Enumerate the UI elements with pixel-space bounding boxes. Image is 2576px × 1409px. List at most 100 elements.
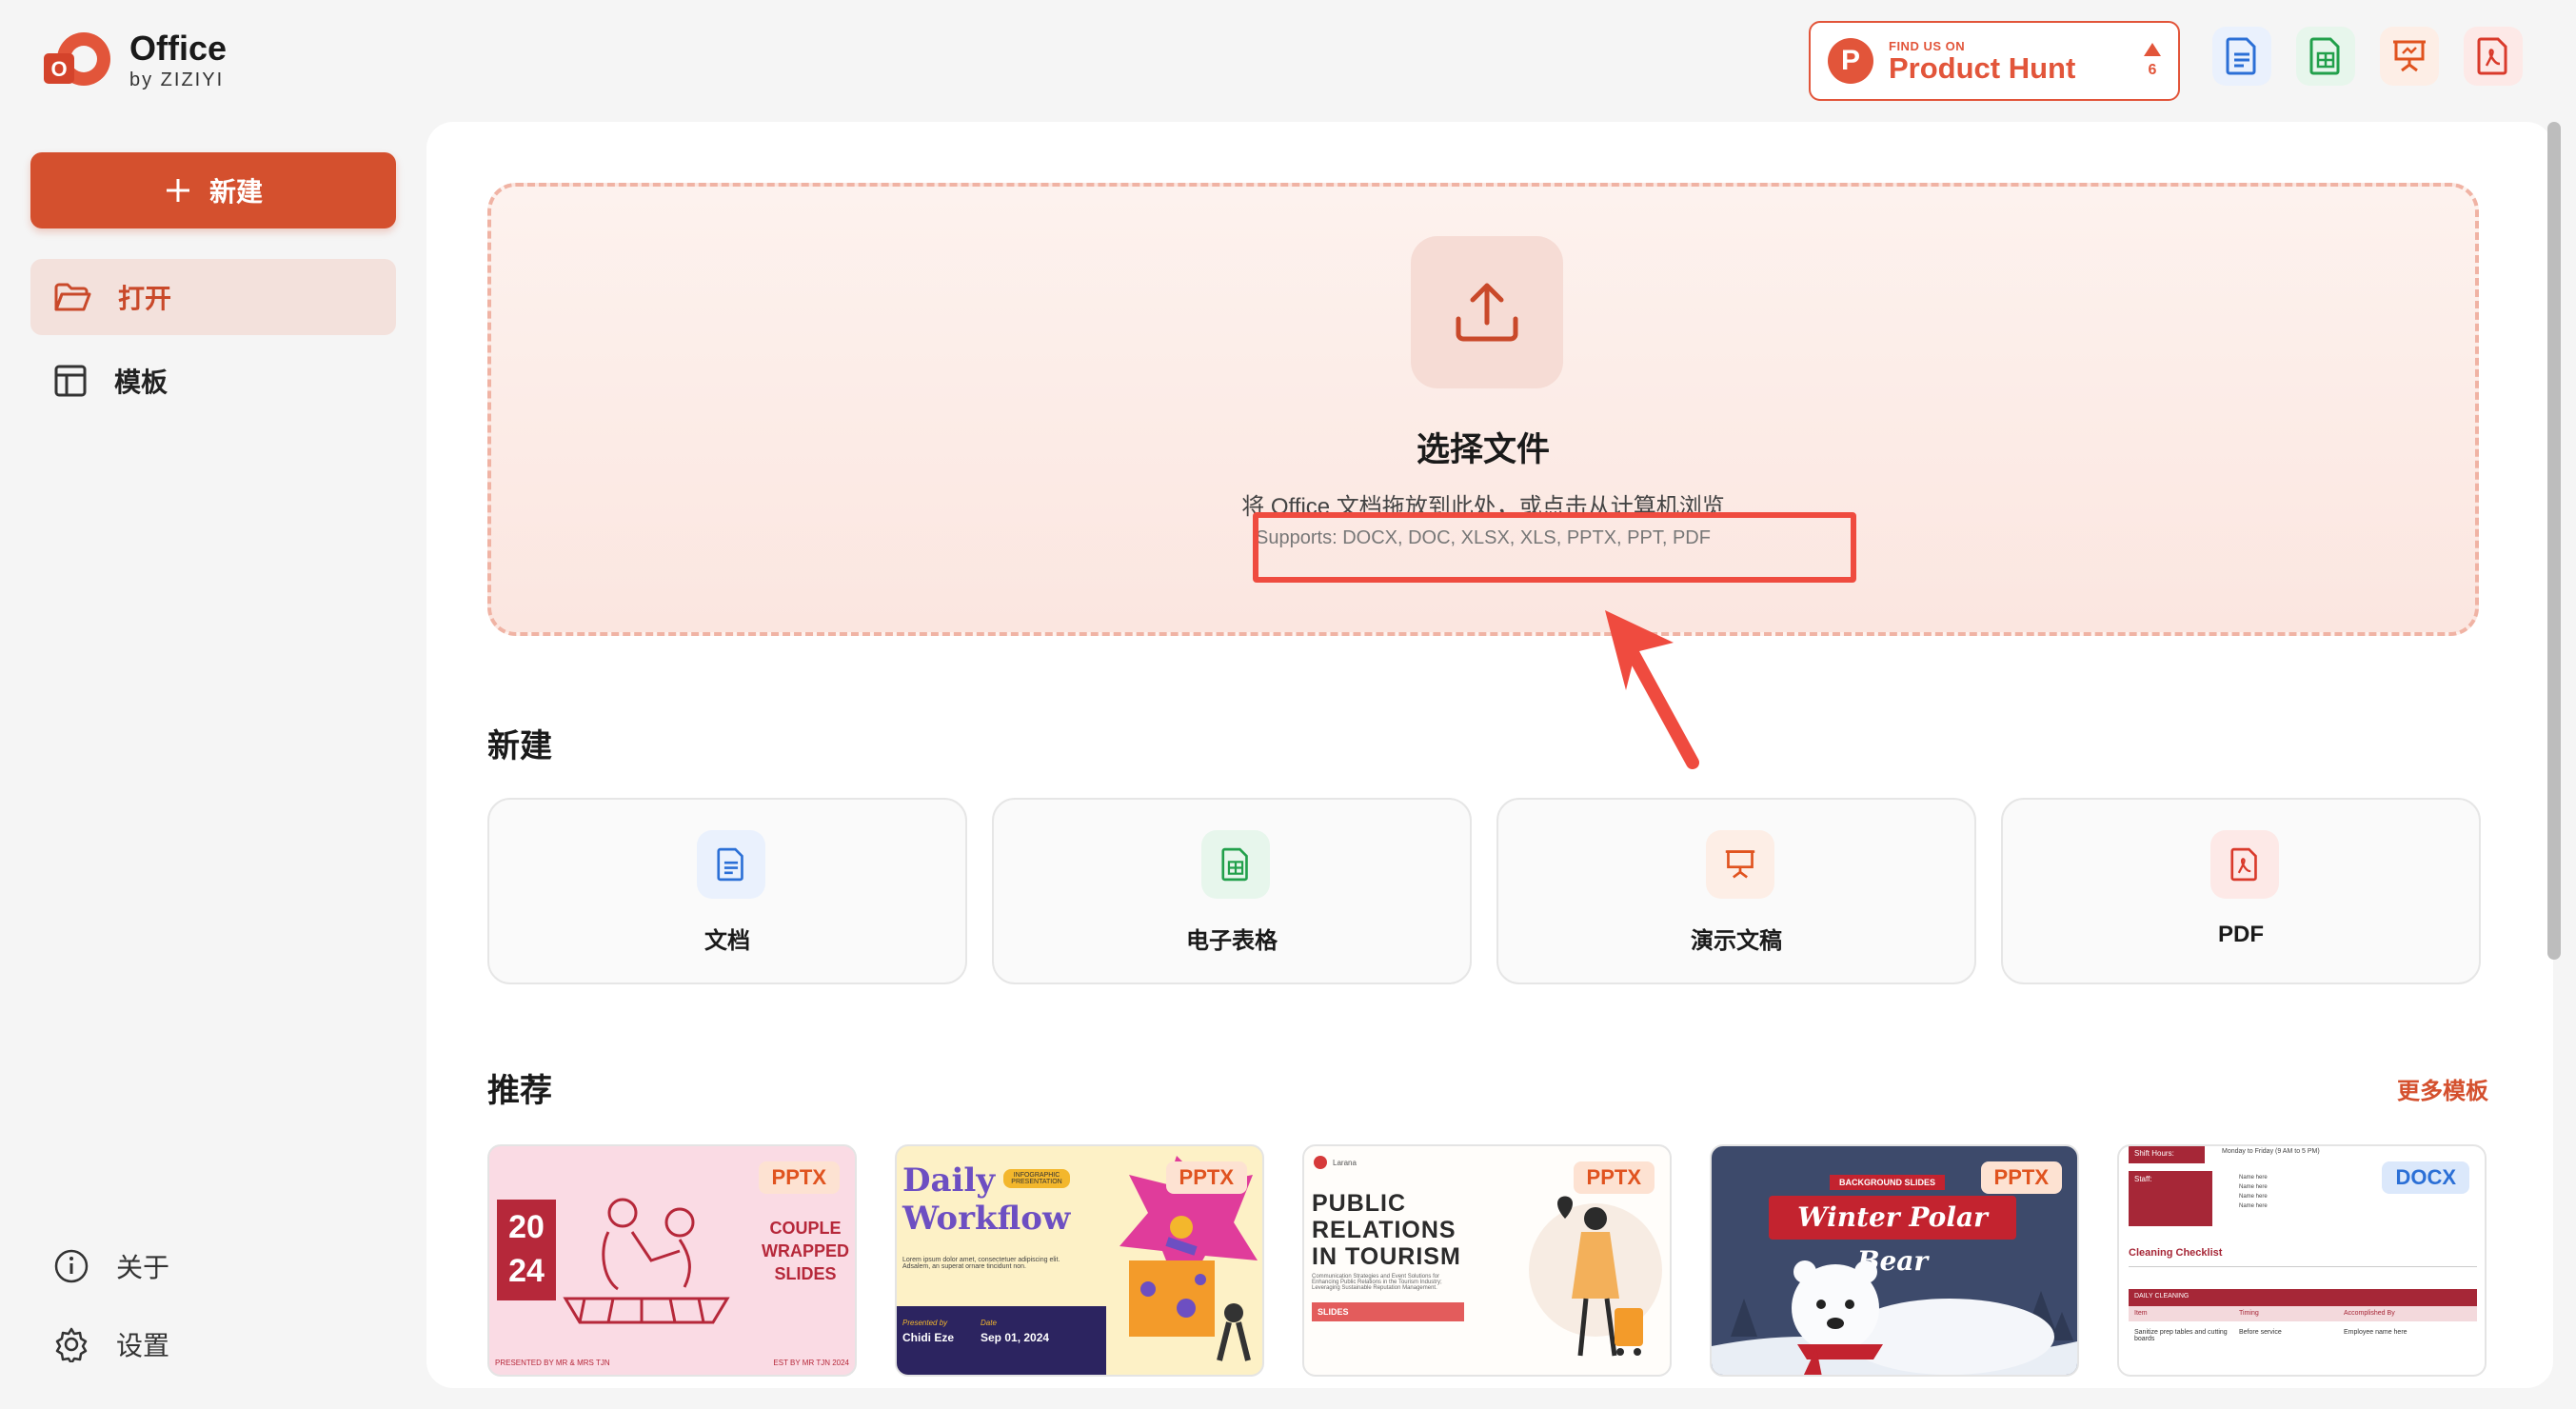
table-cell: Sanitize prep tables and cutting boards	[2134, 1329, 2228, 1342]
pdf-icon[interactable]	[2464, 27, 2523, 86]
new-button[interactable]: 新建	[30, 152, 396, 228]
annotation-arrow-icon	[1605, 610, 1699, 769]
sidebar-item-settings[interactable]: 设置	[53, 1325, 169, 1363]
table-row: Sanitize prep tables and cutting boards …	[2129, 1329, 2477, 1342]
product-hunt-votes: 6	[2144, 43, 2161, 79]
template-gallery: 20 24 COUPLE WRAPPED SLIDES PRESENTED BY…	[487, 1144, 2487, 1377]
column-header: Item	[2134, 1310, 2148, 1317]
card-label: PDF	[2218, 922, 2264, 947]
template-footer-right: EST BY MR TJN 2024	[773, 1359, 849, 1367]
file-type-badge: PPTX	[1165, 1161, 1247, 1194]
quick-create-toolbar	[2212, 27, 2523, 86]
brand-logo-icon	[1314, 1156, 1327, 1169]
sidebar-item-about[interactable]: 关于	[53, 1247, 169, 1285]
couple-illustration-icon	[563, 1198, 730, 1324]
template-year-bottom: 24	[508, 1253, 545, 1289]
template-icon	[54, 365, 87, 397]
table-cell: Employee name here	[2344, 1329, 2408, 1336]
new-spreadsheet-card[interactable]: 电子表格	[992, 798, 1472, 984]
staff-line: Name here	[2239, 1175, 2268, 1181]
app-subtitle: by ZIZIYI	[129, 69, 225, 90]
main-panel: 选择文件 将 Office 文档拖放到此处，或点击从计算机浏览 Supports…	[426, 122, 2553, 1388]
recommend-section-title: 推荐	[487, 1073, 552, 1109]
upload-icon	[1456, 283, 1518, 342]
template-title-line2: Workflow	[902, 1200, 1071, 1238]
app-title: Office	[129, 28, 228, 68]
sidebar-item-open[interactable]: 打开	[30, 259, 396, 335]
presentation-icon	[1706, 830, 1774, 899]
checklist-heading: Cleaning Checklist	[2129, 1247, 2223, 1259]
new-pdf-card[interactable]: PDF	[2001, 798, 2481, 984]
brand-name: Larana	[1333, 1158, 1357, 1167]
new-document-cards: 文档 电子表格 演示文稿 PDF	[487, 798, 2481, 984]
document-icon	[697, 830, 765, 899]
template-title: COUPLE WRAPPED SLIDES	[761, 1219, 849, 1283]
template-title: PUBLIC RELATIONS IN TOURISM	[1312, 1190, 1461, 1270]
new-presentation-card[interactable]: 演示文稿	[1496, 798, 1976, 984]
upvote-icon	[2144, 43, 2161, 56]
shift-label: Shift Hours:	[2129, 1146, 2205, 1163]
template-footer-left: PRESENTED BY MR & MRS TJN	[495, 1359, 610, 1367]
upload-button[interactable]	[1411, 236, 1563, 388]
presentation-date: Sep 01, 2024	[981, 1331, 1050, 1344]
gear-icon	[55, 1327, 88, 1362]
sidebar-item-label: 模板	[114, 367, 168, 397]
file-type-badge: DOCX	[2382, 1161, 2469, 1194]
template-badge: INFOGRAPHIC PRESENTATION	[1003, 1169, 1070, 1188]
template-year-top: 20	[508, 1209, 545, 1245]
template-cta: SLIDES	[1312, 1302, 1464, 1321]
file-type-badge: PPTX	[758, 1161, 840, 1194]
template-card[interactable]: BACKGROUND SLIDES Winter Polar Bear PPTX	[1710, 1144, 2079, 1377]
office-logo-icon: O	[42, 27, 114, 93]
traveler-illustration-icon	[1529, 1196, 1662, 1357]
table-cell: Before service	[2239, 1329, 2282, 1336]
staff-line: Name here	[2239, 1194, 2268, 1200]
more-templates-link[interactable]: 更多模板	[2397, 1072, 2488, 1105]
template-badge: BACKGROUND SLIDES	[1830, 1175, 1946, 1190]
product-hunt-name: Product Hunt	[1889, 50, 2076, 85]
date-label: Date	[981, 1319, 997, 1327]
checklist-section: DAILY CLEANING	[2129, 1289, 2477, 1306]
template-card[interactable]: 20 24 COUPLE WRAPPED SLIDES PRESENTED BY…	[487, 1144, 857, 1377]
spreadsheet-icon[interactable]	[2296, 27, 2355, 86]
info-icon	[54, 1249, 89, 1283]
sidebar-item-label: 关于	[116, 1253, 170, 1282]
product-hunt-badge[interactable]: P FIND US ON Product Hunt 6	[1809, 21, 2180, 101]
app-logo: O Office by ZIZIYI	[42, 27, 227, 93]
staff-label: Staff:	[2129, 1171, 2212, 1226]
template-body: Lorem ipsum dolor amet, consectetuer adi…	[902, 1257, 1060, 1270]
scrollbar[interactable]	[2547, 122, 2561, 960]
pdf-icon	[2210, 830, 2279, 899]
card-label: 电子表格	[1186, 928, 1278, 954]
product-hunt-icon: P	[1828, 38, 1873, 84]
template-card[interactable]: Daily Workflow INFOGRAPHIC PRESENTATION …	[895, 1144, 1264, 1377]
presentation-icon[interactable]	[2380, 27, 2439, 86]
sidebar-item-label: 设置	[116, 1331, 170, 1360]
file-type-badge: PPTX	[1573, 1161, 1655, 1194]
column-header: Timing	[2239, 1310, 2259, 1317]
staff-line: Name here	[2239, 1203, 2268, 1209]
staff-line: Name here	[2239, 1184, 2268, 1190]
card-label: 演示文稿	[1691, 928, 1782, 954]
template-card[interactable]: Shift Hours: Monday to Friday (9 AM to 5…	[2117, 1144, 2487, 1377]
sidebar-item-templates[interactable]: 模板	[30, 343, 396, 419]
svg-text:O: O	[50, 57, 67, 81]
presenter-label: Presented by	[902, 1319, 948, 1327]
dropzone-title: 选择文件	[1416, 431, 1550, 468]
plus-icon	[166, 179, 189, 202]
file-type-badge: PPTX	[1980, 1161, 2062, 1194]
template-title: Winter Polar Bear	[1769, 1196, 2016, 1277]
sidebar-item-label: 打开	[118, 284, 172, 313]
document-icon[interactable]	[2212, 27, 2271, 86]
template-card[interactable]: Larana PUBLIC RELATIONS IN TOURISM Commu…	[1302, 1144, 1672, 1377]
file-dropzone[interactable]: 选择文件 将 Office 文档拖放到此处，或点击从计算机浏览 Supports…	[487, 183, 2479, 636]
vote-count: 6	[2148, 62, 2157, 78]
column-header: Accomplished By	[2344, 1310, 2395, 1317]
folder-open-icon	[54, 283, 91, 311]
spreadsheet-icon	[1201, 830, 1270, 899]
presenter-name: Chidi Eze	[902, 1331, 955, 1344]
template-body: Communication Strategies and Event Solut…	[1312, 1274, 1442, 1291]
polar-bear-illustration-icon	[1712, 1260, 2077, 1375]
new-section-title: 新建	[487, 728, 552, 764]
new-document-card[interactable]: 文档	[487, 798, 967, 984]
